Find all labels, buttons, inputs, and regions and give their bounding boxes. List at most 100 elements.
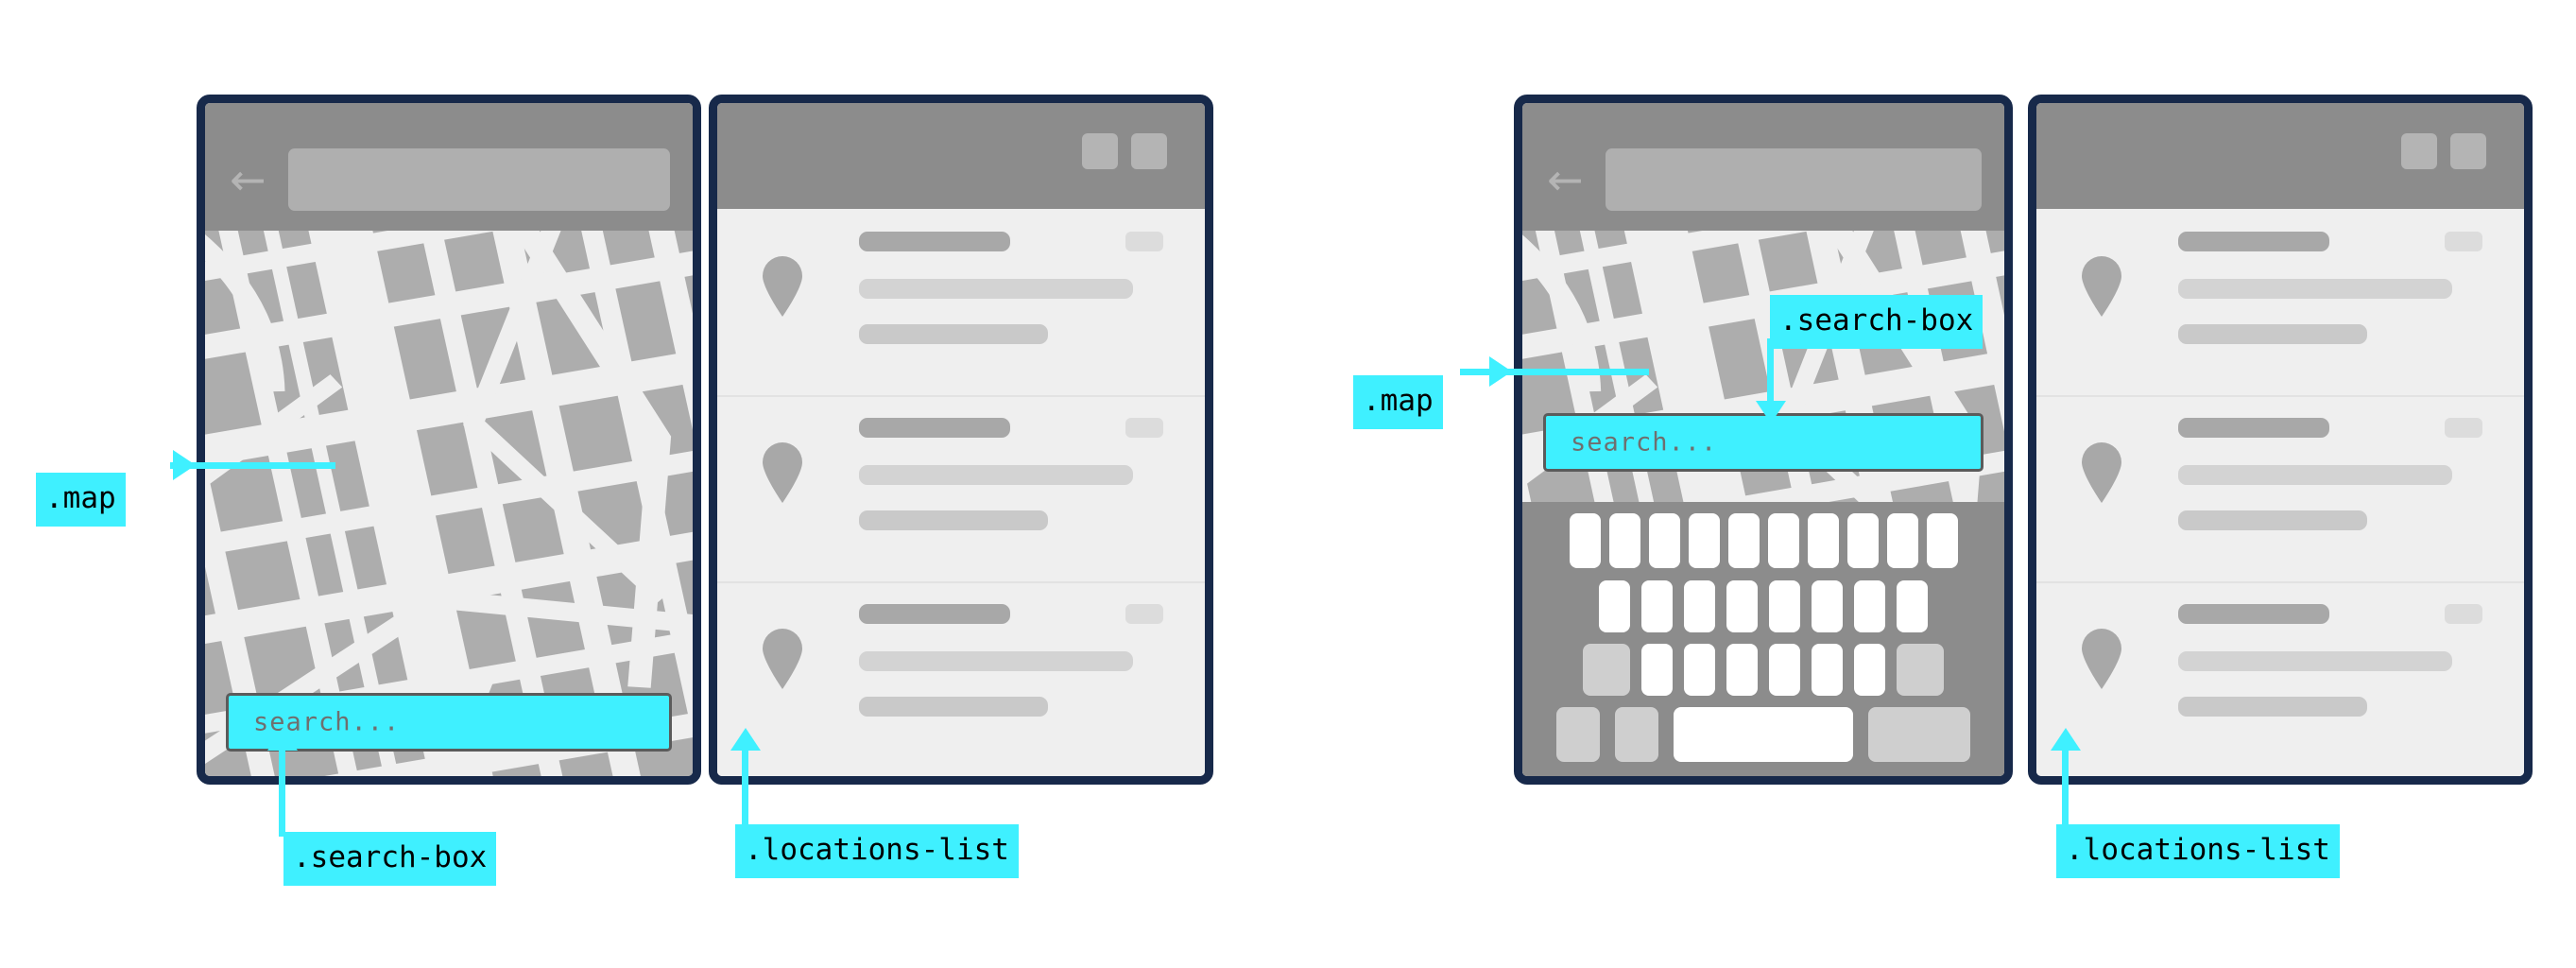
locations-header-right: [2036, 103, 2524, 209]
keyboard-row-1: [1522, 513, 2004, 568]
header-square-1[interactable]: [2401, 133, 2437, 169]
location-pin-icon: [2082, 256, 2121, 317]
list-item-title: [859, 604, 1010, 624]
virtual-keyboard[interactable]: [1522, 502, 2004, 776]
letter-key[interactable]: [1608, 513, 1640, 568]
location-pin-icon: [763, 629, 802, 689]
letter-key[interactable]: [1684, 580, 1715, 632]
list-item[interactable]: [2036, 395, 2524, 583]
list-item-badge: [1125, 232, 1163, 251]
list-item-badge: [2445, 232, 2482, 251]
annotation-map-left: .map: [36, 473, 126, 527]
map-appbar-left: ←: [205, 103, 693, 231]
list-item-badge: [2445, 604, 2482, 624]
header-square-2[interactable]: [1131, 133, 1167, 169]
list-item-title: [2178, 418, 2329, 438]
map-screen-right[interactable]: ← search...: [1514, 95, 2013, 785]
locations-panel-right-inner: [2036, 103, 2524, 776]
list-item-subtitle: [2178, 651, 2452, 671]
locations-header-left: [717, 103, 1205, 209]
letter-key[interactable]: [1641, 644, 1673, 696]
map-screen-left[interactable]: ← search...: [197, 95, 701, 785]
list-item-badge: [1125, 418, 1163, 438]
letter-key[interactable]: [1812, 644, 1843, 696]
header-square-2[interactable]: [2450, 133, 2486, 169]
annotation-locations-list-left: .locations-list: [735, 824, 1019, 878]
list-item-badge: [1125, 604, 1163, 624]
annotation-locations-list-right-leader: [2062, 747, 2069, 830]
annotation-search-box-right: .search-box: [1770, 295, 1984, 349]
letter-key[interactable]: [1897, 580, 1928, 632]
locations-panel-left-inner: [717, 103, 1205, 776]
letter-key[interactable]: [1684, 644, 1715, 696]
keyboard-row-4: [1522, 707, 2004, 762]
list-item[interactable]: [717, 395, 1205, 583]
annotation-locations-list-left-leader: [742, 747, 748, 830]
annotation-search-box-left-leader: [279, 747, 285, 837]
letter-key[interactable]: [1726, 644, 1758, 696]
list-item-detail: [859, 324, 1048, 344]
locations-list-body-left[interactable]: [717, 209, 1205, 776]
letter-key[interactable]: [1688, 513, 1720, 568]
location-pin-icon: [2082, 629, 2121, 689]
keyboard-row-3: [1522, 644, 2004, 696]
letter-key[interactable]: [1727, 513, 1760, 568]
letter-key[interactable]: [1767, 513, 1799, 568]
list-item[interactable]: [717, 209, 1205, 397]
annotation-map-right: .map: [1353, 375, 1443, 429]
letter-key[interactable]: [1599, 580, 1630, 632]
list-item-title: [2178, 232, 2329, 251]
search-box-right-placeholder: search...: [1571, 427, 1718, 458]
list-item[interactable]: [2036, 209, 2524, 397]
letter-key[interactable]: [1648, 513, 1680, 568]
map-appbar-right: ←: [1522, 103, 2004, 231]
annotation-map-right-arrowhead: [1489, 356, 1512, 387]
letter-key[interactable]: [1854, 644, 1885, 696]
list-item-detail: [2178, 697, 2367, 717]
letter-key[interactable]: [1926, 513, 1958, 568]
list-item-subtitle: [859, 279, 1133, 299]
list-item-detail: [859, 510, 1048, 530]
list-item[interactable]: [717, 581, 1205, 768]
list-item-detail: [2178, 510, 2367, 530]
letter-key[interactable]: [1886, 513, 1918, 568]
keyboard-row-2: [1522, 580, 2004, 632]
appbar-search-field-left[interactable]: [288, 148, 670, 211]
backspace-key[interactable]: [1897, 644, 1944, 696]
letter-key[interactable]: [1726, 580, 1758, 632]
annotation-search-box-left-arrowhead: [267, 728, 298, 751]
numeric-key[interactable]: [1556, 707, 1600, 762]
letter-key[interactable]: [1769, 644, 1800, 696]
annotation-search-box-right-arrowhead: [1756, 401, 1786, 424]
map-screen-right-inner: ← search...: [1522, 103, 2004, 776]
list-item-detail: [2178, 324, 2367, 344]
enter-key[interactable]: [1868, 707, 1970, 762]
letter-key[interactable]: [1807, 513, 1839, 568]
appbar-search-field-right[interactable]: [1606, 148, 1982, 211]
letter-key[interactable]: [1769, 580, 1800, 632]
emoji-key[interactable]: [1615, 707, 1658, 762]
list-item[interactable]: [2036, 581, 2524, 768]
locations-list-body-right[interactable]: [2036, 209, 2524, 776]
shift-key[interactable]: [1583, 644, 1630, 696]
letter-key[interactable]: [1641, 580, 1673, 632]
letter-key[interactable]: [1569, 513, 1601, 568]
annotation-locations-list-left-arrowhead: [730, 728, 761, 751]
back-arrow-icon[interactable]: ←: [230, 158, 273, 201]
location-pin-icon: [763, 442, 802, 503]
letter-key[interactable]: [1854, 580, 1885, 632]
locations-panel-left[interactable]: [709, 95, 1213, 785]
map-screen-left-inner: ← search...: [205, 103, 693, 776]
letter-key[interactable]: [1846, 513, 1879, 568]
header-square-1[interactable]: [1082, 133, 1118, 169]
list-item-subtitle: [2178, 279, 2452, 299]
annotation-map-right-leader: [1460, 369, 1649, 375]
letter-key[interactable]: [1812, 580, 1843, 632]
annotation-search-box-right-leader: [1767, 338, 1774, 406]
back-arrow-icon[interactable]: ←: [1547, 158, 1590, 201]
list-item-detail: [859, 697, 1048, 717]
locations-panel-right[interactable]: [2028, 95, 2533, 785]
space-key[interactable]: [1674, 707, 1853, 762]
list-item-title: [2178, 604, 2329, 624]
list-item-subtitle: [859, 465, 1133, 485]
